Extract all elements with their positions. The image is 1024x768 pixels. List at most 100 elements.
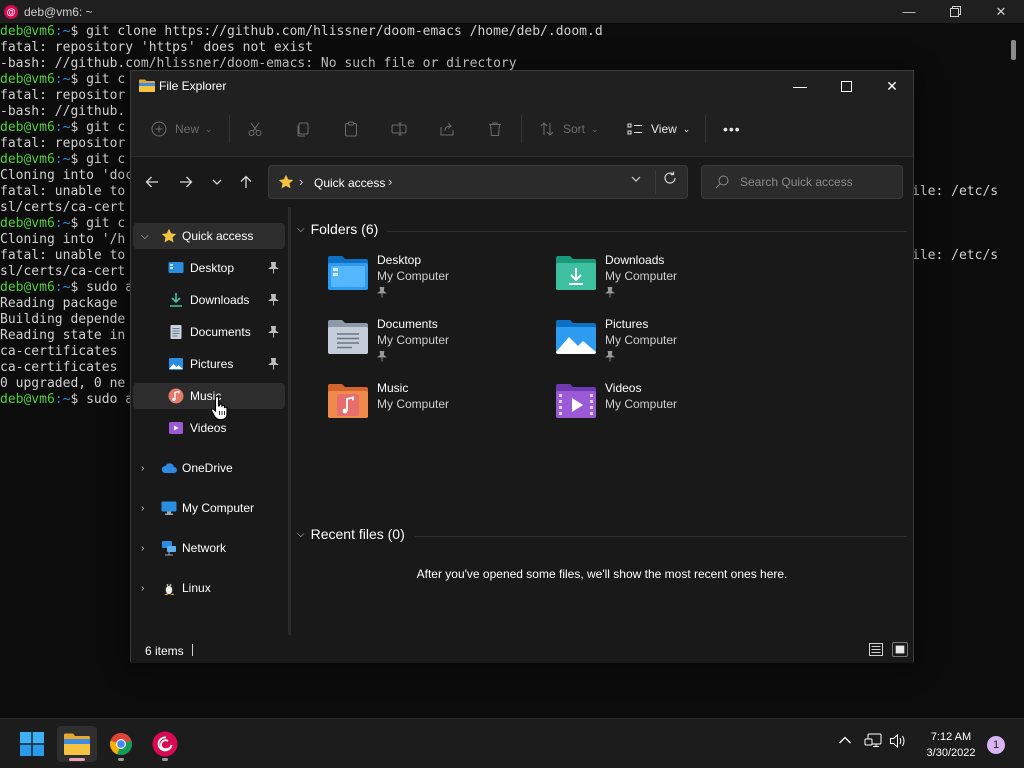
explorer-minimize-button[interactable]: — <box>777 71 823 101</box>
notification-badge[interactable]: 1 <box>987 736 1005 754</box>
delete-button[interactable] <box>487 117 503 141</box>
sidebar-item-pictures[interactable]: Pictures <box>133 351 285 377</box>
refresh-button[interactable] <box>663 171 677 189</box>
sidebar-item-onedrive[interactable]: › OneDrive <box>133 455 285 481</box>
chrome-icon <box>110 733 133 756</box>
sidebar-item-music[interactable]: Music <box>133 383 285 409</box>
sidebar-item-documents[interactable]: Documents <box>133 319 285 345</box>
explorer-close-button[interactable]: ✕ <box>869 71 915 101</box>
command-bar: New ⌄ Sort ⌄ View ⌄ ••• <box>131 101 913 157</box>
address-bar[interactable]: › Quick access › <box>268 165 688 199</box>
up-button[interactable] <box>235 172 257 192</box>
sidebar-item-network[interactable]: › Network <box>133 535 285 561</box>
search-box[interactable] <box>701 165 903 199</box>
forward-button[interactable] <box>175 172 197 192</box>
documents-folder-icon <box>328 320 368 354</box>
chevron-down-icon: ⌵ <box>297 223 305 235</box>
taskbar-chrome[interactable] <box>101 726 141 762</box>
maximize-button[interactable] <box>932 0 978 23</box>
item-count: 6 items <box>145 644 184 658</box>
volume-button[interactable] <box>889 733 907 753</box>
recent-locations-button[interactable] <box>206 172 228 192</box>
network-status-button[interactable] <box>864 733 882 753</box>
penguin-icon <box>164 583 174 595</box>
paste-button[interactable] <box>343 117 359 141</box>
clipboard-icon <box>345 121 357 137</box>
breadcrumb-separator[interactable]: › <box>299 174 303 189</box>
back-button[interactable] <box>141 172 163 192</box>
sidebar-item-my-computer[interactable]: › My Computer <box>133 495 285 521</box>
chevron-right-icon[interactable]: › <box>141 503 144 514</box>
sort-button[interactable]: Sort ⌄ <box>539 117 599 141</box>
cut-button[interactable] <box>247 117 263 141</box>
speaker-icon <box>890 733 905 749</box>
navigation-bar: › Quick access › <box>131 157 913 207</box>
chevron-right-icon[interactable]: › <box>141 463 144 474</box>
search-input[interactable] <box>740 173 890 191</box>
breadcrumb-separator[interactable]: › <box>388 174 392 189</box>
copy-button[interactable] <box>295 117 311 141</box>
chevron-right-icon[interactable]: › <box>141 543 144 554</box>
debian-icon <box>152 731 178 757</box>
explorer-titlebar[interactable]: File Explorer — ✕ <box>131 71 913 101</box>
pin-icon <box>268 358 279 370</box>
share-button[interactable] <box>439 117 455 141</box>
status-bar: 6 items <box>131 635 913 663</box>
close-button[interactable]: ✕ <box>978 0 1024 23</box>
pin-icon <box>268 326 279 338</box>
terminal-line: fatal: repository 'https' does not exist <box>0 40 314 55</box>
terminal-titlebar[interactable]: @ deb@vm6: ~ — ✕ <box>0 0 1024 23</box>
minimize-button[interactable]: — <box>886 0 932 23</box>
recent-files-empty-message: After you've opened some files, we'll sh… <box>416 567 788 581</box>
pin-icon <box>268 262 279 274</box>
terminal-scrollbar[interactable] <box>1011 40 1016 60</box>
new-button[interactable]: New ⌄ <box>151 117 213 141</box>
sidebar-item-quick-access[interactable]: ⌵ Quick access <box>133 223 285 249</box>
start-button[interactable] <box>12 726 52 762</box>
arrow-right-icon <box>180 176 193 188</box>
folder-desktop[interactable]: Desktop My Computer <box>327 253 547 313</box>
taskbar-debian-terminal[interactable] <box>145 726 185 762</box>
sidebar-item-desktop[interactable]: Desktop <box>133 255 285 281</box>
view-button[interactable]: View ⌄ <box>627 117 690 141</box>
downloads-folder-icon <box>556 256 596 290</box>
chevron-down-icon[interactable]: ⌵ <box>141 231 149 242</box>
windows-logo-icon <box>20 732 44 756</box>
chevron-down-icon <box>212 179 222 185</box>
taskbar-clock[interactable]: 7:12 AM 3/30/2022 <box>916 729 986 761</box>
pin-icon <box>605 287 615 298</box>
tiles-view-button[interactable] <box>892 642 908 657</box>
share-icon <box>440 123 454 136</box>
folder-music[interactable]: Music My Computer <box>327 381 547 441</box>
maximize-icon <box>840 80 852 92</box>
folder-downloads[interactable]: Downloads My Computer <box>555 253 775 313</box>
details-view-button[interactable] <box>869 643 883 656</box>
breadcrumb-quick-access[interactable]: Quick access <box>314 176 385 190</box>
address-dropdown-button[interactable] <box>631 174 641 187</box>
folders-group-header[interactable]: ⌵ Folders (6) <box>297 221 378 237</box>
rename-button[interactable] <box>391 117 407 141</box>
pin-icon <box>377 287 387 298</box>
sidebar-item-videos[interactable]: Videos <box>133 415 285 441</box>
arrow-up-icon <box>240 175 252 188</box>
chevron-up-icon <box>839 736 851 744</box>
recent-files-group-header[interactable]: ⌵ Recent files (0) <box>297 526 405 542</box>
rename-icon <box>391 122 407 136</box>
restore-icon <box>949 6 961 17</box>
sidebar-item-downloads[interactable]: Downloads <box>133 287 285 313</box>
star-icon <box>161 228 177 243</box>
show-hidden-icons-button[interactable] <box>838 733 852 751</box>
scissors-icon <box>248 122 262 136</box>
explorer-maximize-button[interactable] <box>823 71 869 101</box>
terminal-title: deb@vm6: ~ <box>24 4 93 19</box>
folder-icon <box>139 79 155 92</box>
see-more-button[interactable]: ••• <box>723 117 741 141</box>
file-explorer-window[interactable]: File Explorer — ✕ New ⌄ Sort ⌄ View ⌄ ••… <box>130 70 914 663</box>
trash-icon <box>489 122 501 136</box>
sidebar-item-linux[interactable]: › Linux <box>133 575 285 601</box>
chevron-right-icon[interactable]: › <box>141 583 144 594</box>
folder-documents[interactable]: Documents My Computer <box>327 317 547 377</box>
taskbar-file-explorer[interactable] <box>57 726 97 762</box>
folder-pictures[interactable]: Pictures My Computer <box>555 317 775 377</box>
folder-videos[interactable]: Videos My Computer <box>555 381 775 441</box>
